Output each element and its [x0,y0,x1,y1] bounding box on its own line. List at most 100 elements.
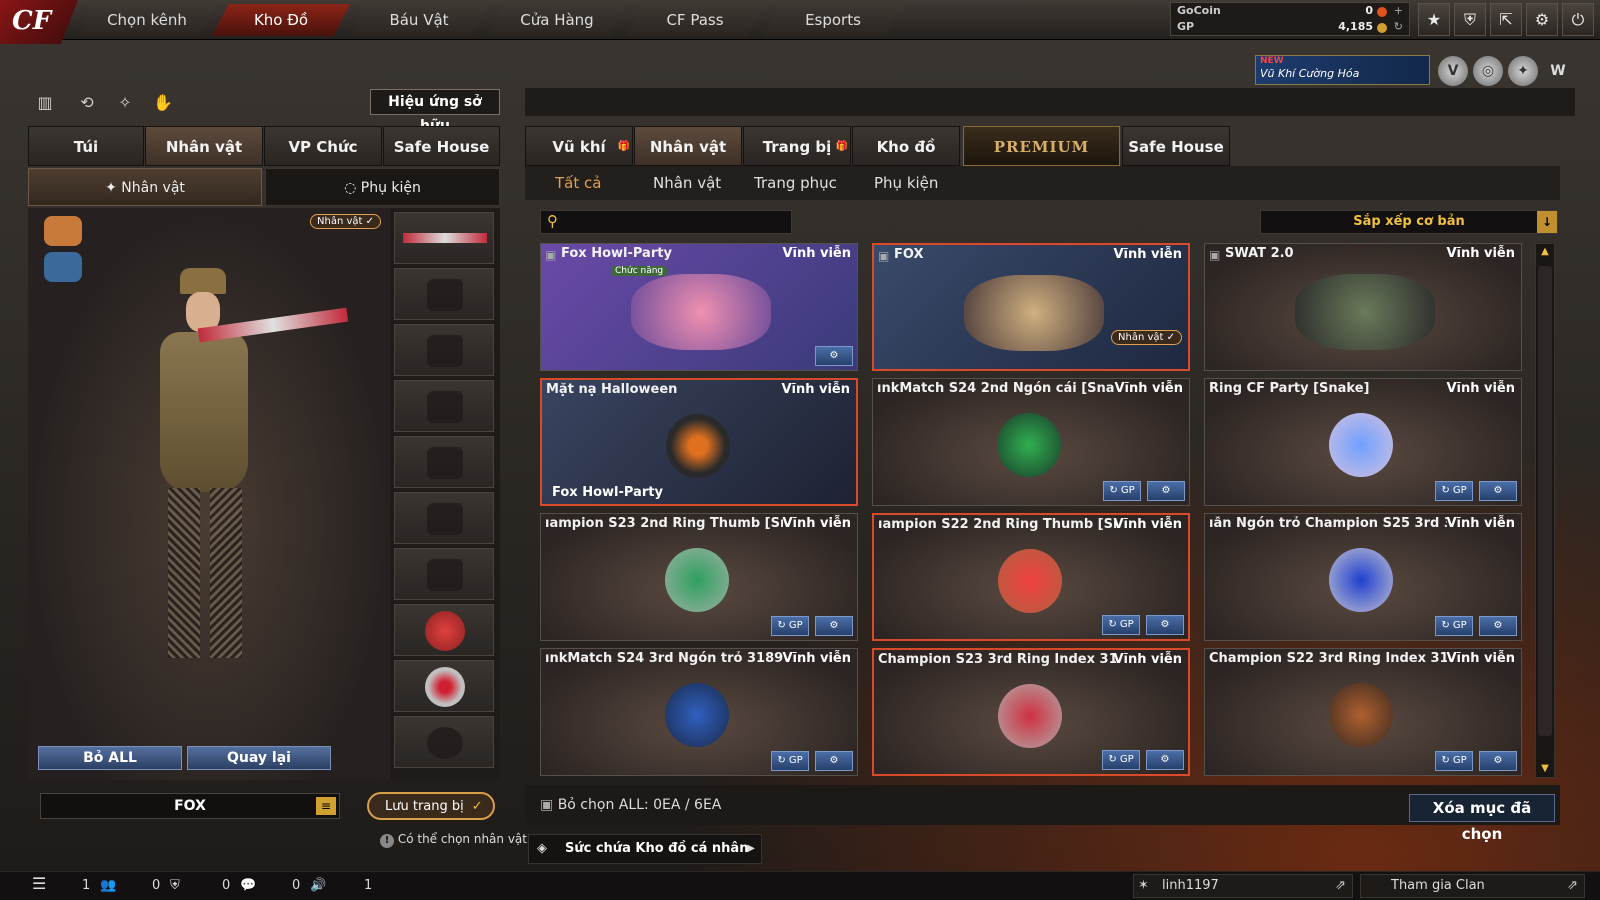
clan-panel[interactable]: Tham gia Clan ⇗ [1360,874,1585,898]
item-card-a-n-ngo-n-tro-champion-s25-3rd-318[interactable]: ıẫn Ngón trỏ Champion S25 3rd 318 Vĩnh vi… [1204,513,1522,641]
nav-tab-chon-kenh[interactable]: Chọn kênh [78,4,216,36]
right-tab-safe-house[interactable]: Safe House [1122,126,1230,166]
right-tab-nhan-vat[interactable]: Nhân vật [634,126,742,166]
slot-weapon[interactable] [394,212,494,264]
storage-capacity-button[interactable]: ◈ Sức chứa Kho đồ cá nhân ▶ [528,834,762,864]
search-input[interactable]: ⚲ [540,210,792,234]
left-tab-vp-chuc-nang[interactable]: VP Chức năng [264,126,382,196]
item-card-fox[interactable]: FOX ▣ Vĩnh viễn Nhân vật ✓ [872,243,1190,371]
nav-tab-esports[interactable]: Esports [764,4,902,36]
right-tab-premium[interactable]: PREMIUM [963,126,1120,166]
filter-tat-ca[interactable]: Tất cả [555,174,601,192]
settings-button[interactable]: ⚙ [1479,751,1517,771]
right-tab-trang-bi[interactable]: Trang bị 🎁 [743,126,851,166]
item-card-nkmatch-s24-3rd-ngo-n-tro-31899[interactable]: ınkMatch S24 3rd Ngón trỏ 31899 Vĩnh viễn… [540,648,858,776]
gp-refund-button[interactable]: ↻ GP [771,616,809,636]
scroll-down-icon[interactable]: ▼ [1539,763,1551,775]
w-logo-icon[interactable]: W [1543,56,1573,86]
owned-effects-button[interactable]: Hiệu ứng sở hữu [370,89,500,134]
left-tab-tui[interactable]: Túi [28,126,144,166]
refresh-icon[interactable]: ↻ [1394,20,1403,33]
delete-selected-button[interactable]: Xóa mục đã chọn [1409,794,1555,843]
list-menu-icon[interactable]: ☰ [32,874,46,893]
slot-vest[interactable] [394,380,494,432]
slot-ring-2[interactable] [394,660,494,712]
item-card-ampion-s22-2nd-ring-thumb-snak[interactable]: ıampion S22 2nd Ring Thumb [Snak Vĩnh viễ… [872,513,1190,641]
bookmark-icon[interactable]: ▣ [878,249,889,263]
item-card-ring-cf-party-snake[interactable]: Ring CF Party [Snake] Vĩnh viễn ↻ GP ⚙ [1204,378,1522,506]
bookmark-icon[interactable]: ▣ [1209,248,1220,262]
deselect-all-label[interactable]: ▣ Bỏ chọn ALL: 0EA / 6EA [540,797,721,813]
settings-button[interactable]: ⚙ [1479,616,1517,636]
crosshair-icon[interactable]: ✦ [1508,56,1538,86]
bookmark-icon[interactable]: ▣ [545,248,556,262]
item-card-champion-s23-3rd-ring-index-3189[interactable]: Champion S23 3rd Ring Index 3189! Vĩnh vi… [872,648,1190,776]
scrollbar[interactable]: ▲ ▼ [1535,243,1555,778]
scroll-thumb[interactable] [1538,266,1552,736]
right-tab-vu-khi[interactable]: Vũ khí 🎁 [525,126,633,166]
rank-icon[interactable]: ★ [1418,3,1450,36]
nav-tab-bau-vat[interactable]: Báu Vật [350,4,488,36]
power-icon[interactable]: ⏻ [1562,3,1594,36]
slot-glasses[interactable] [394,324,494,376]
slot-gloves[interactable] [394,492,494,544]
item-card-champion-s22-3rd-ring-index-3189[interactable]: Champion S22 3rd Ring Index 3189! Vĩnh vi… [1204,648,1522,776]
subtab-phu-kien[interactable]: ◌ Phụ kiện [265,168,500,206]
expand-icon[interactable]: ⇗ [1567,875,1578,897]
subtab-nhan-vat[interactable]: ✦ Nhân vật [28,168,262,206]
settings-button[interactable]: ⚙ [1146,750,1184,770]
reset-all-button[interactable]: Bỏ ALL [38,746,182,770]
filter-phu-kien[interactable]: Phụ kiện [874,174,938,192]
menu-icon[interactable]: ≡ [316,797,336,815]
exit-icon[interactable]: ⇱ [1490,3,1522,36]
character-name-field[interactable]: FOX [40,793,340,819]
filter-trang-phuc[interactable]: Trang phục [754,174,837,192]
gp-refund-button[interactable]: ↻ GP [1102,750,1140,770]
history-icon[interactable]: ⟲ [74,90,100,116]
expand-icon[interactable]: ⇗ [1335,875,1346,897]
item-card-ampion-s23-2nd-ring-thumb-snak[interactable]: ıampion S23 2nd Ring Thumb [Snak Vĩnh viễ… [540,513,858,641]
right-tab-kho-do[interactable]: Kho đồ [852,126,960,166]
gp-refund-button[interactable]: ↻ GP [1103,481,1141,501]
scroll-up-icon[interactable]: ▲ [1539,246,1551,258]
back-button[interactable]: Quay lại [187,746,331,770]
gp-refund-button[interactable]: ↻ GP [1435,616,1473,636]
settings-button[interactable]: ⚙ [1146,615,1184,635]
nav-tab-kho-do[interactable]: Kho Đồ [212,4,350,36]
settings-button[interactable]: ⚙ [815,616,853,636]
nav-tab-cf-pass[interactable]: CF Pass [626,4,764,36]
settings-button[interactable]: ⚙ [1147,481,1185,501]
sort-dropdown[interactable]: Sắp xếp cơ bản ↓ [1260,210,1558,234]
character-pose-icon[interactable]: ✧ [112,90,138,116]
filter-nhan-vat[interactable]: Nhân vật [653,174,721,192]
save-equipment-button[interactable]: Lưu trang bị ✓ [367,792,495,820]
speaker-icon[interactable]: 🔊 [310,878,326,893]
item-card-fox-howl-party[interactable]: Fox Howl-Party ▣ Vĩnh viễn Chức năng ⚙ [540,243,858,371]
gp-refund-button[interactable]: ↻ GP [1102,615,1140,635]
character-preview[interactable]: Nhân vật ✓ [28,208,390,780]
nav-tab-cua-hang[interactable]: Cửa Hàng [488,4,626,36]
gp-refund-button[interactable]: ↻ GP [1435,751,1473,771]
faction-icon[interactable] [44,216,82,246]
emote-icon[interactable]: ✋ [150,90,176,116]
gp-refund-button[interactable]: ↻ GP [771,751,809,771]
globe-icon[interactable]: ◎ [1473,56,1503,86]
promo-banner[interactable]: NEW Vũ Khí Cường Hóa [1255,55,1430,85]
slot-ring-3[interactable] [394,716,494,768]
slot-ring-1[interactable] [394,604,494,656]
item-card-swat-2-0[interactable]: SWAT 2.0 ▣ Vĩnh viễn [1204,243,1522,371]
left-tab-nhan-vat[interactable]: Nhân vật [145,126,263,166]
item-card-ma-t-na-halloween[interactable]: Mặt nạ Halloween Vĩnh viễn Fox Howl-Party [540,378,858,506]
slot-pants[interactable] [394,548,494,600]
settings-button[interactable]: ⚙ [1479,481,1517,501]
left-tab-safe-house[interactable]: Safe House [383,126,500,166]
shield-icon[interactable]: ⛨ [1454,3,1486,36]
slot-backpack[interactable] [394,436,494,488]
user-panel[interactable]: ✶ linh1197 ⇗ [1133,874,1353,898]
gear-icon[interactable]: ⚙ [1526,3,1558,36]
goggles-icon[interactable] [44,252,82,282]
item-card-nkmatch-s24-2nd-ngo-n-ca-i-snake[interactable]: ınkMatch S24 2nd Ngón cái [Snake] Vĩnh vi… [872,378,1190,506]
add-gocoin-icon[interactable]: + [1394,4,1403,17]
gp-refund-button[interactable]: ↻ GP [1435,481,1473,501]
v-badge-icon[interactable]: V [1438,56,1468,86]
